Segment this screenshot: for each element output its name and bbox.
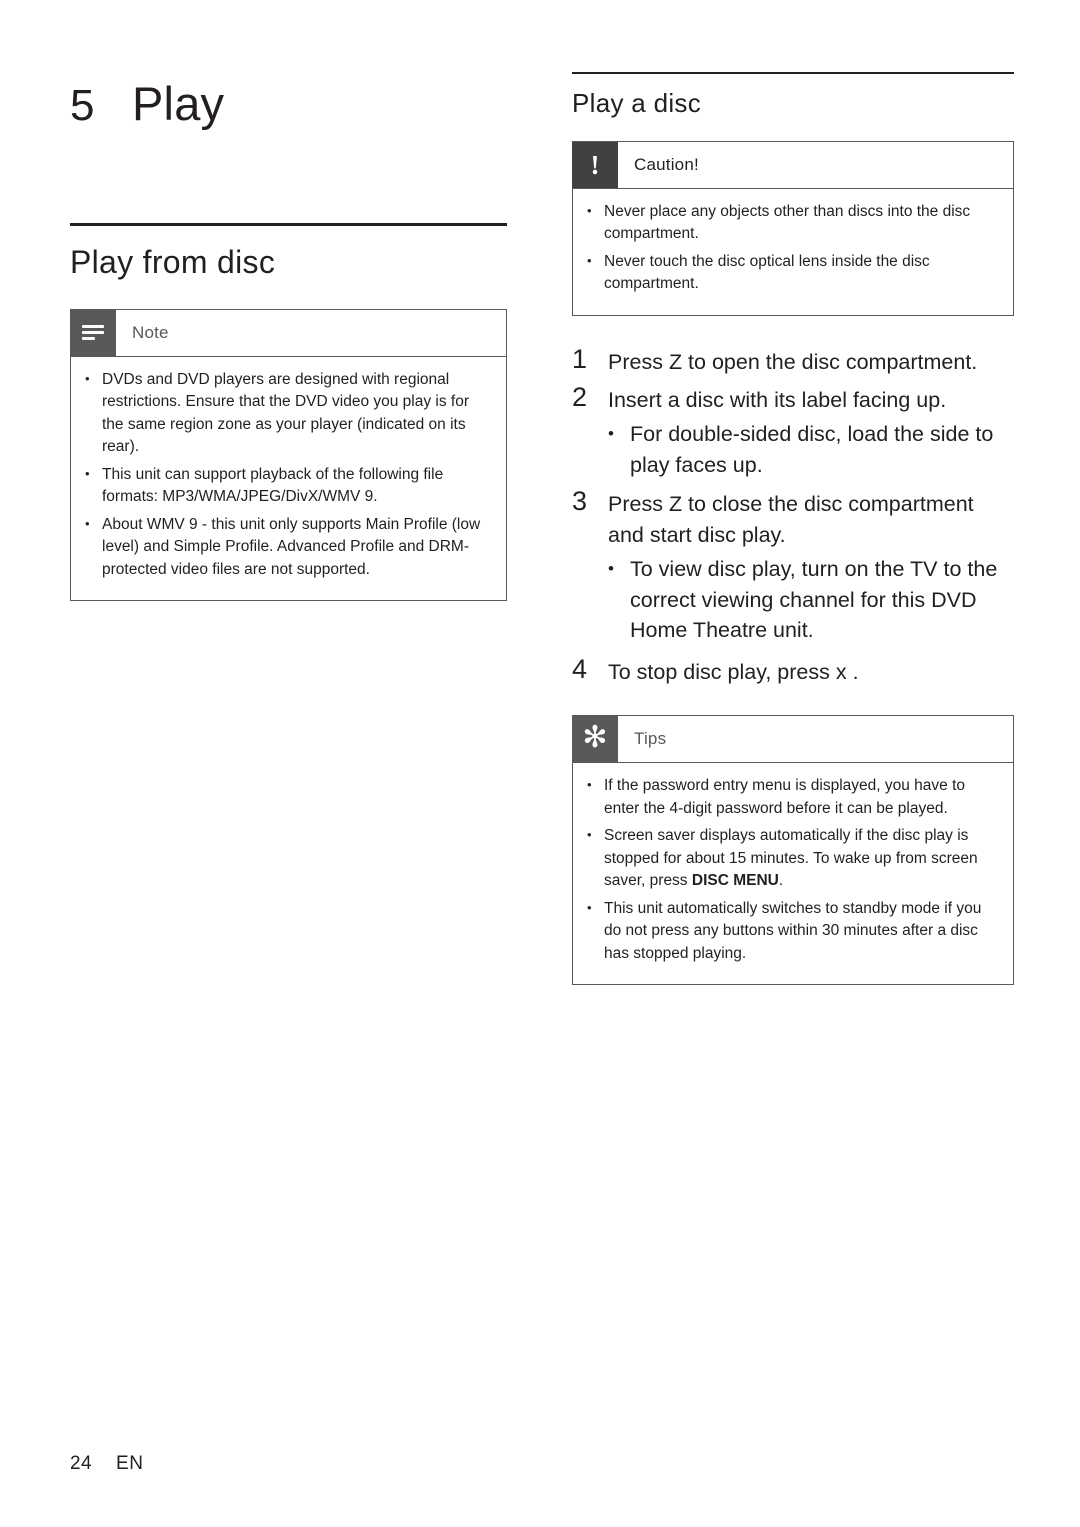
bullet-icon: • (587, 252, 592, 268)
bullet-icon: • (587, 827, 592, 843)
step-number: 2 (572, 381, 588, 412)
caution-callout-body: • Never place any objects other than dis… (573, 189, 1013, 315)
tips-item-text: Screen saver displays automatically if t… (604, 827, 978, 890)
note-callout-header: Note (70, 310, 506, 357)
footer-page-number: 24 (70, 1453, 92, 1474)
list-item: • This unit can support playback of the … (85, 464, 492, 509)
caution-callout-label: Caution! (634, 155, 699, 174)
sub-item-text: To view disc play, turn on the TV to the… (630, 557, 998, 643)
exclamation-icon: ! (572, 142, 618, 188)
note-lines-icon (70, 310, 116, 356)
tips-item-text: This unit automatically switches to stan… (604, 899, 982, 962)
section-title-play-from-disc: Play from disc (70, 244, 276, 280)
bullet-icon: • (608, 559, 614, 579)
step-3-sub-item: • To view disc play, turn on the TV to t… (608, 552, 1014, 646)
step-number: 4 (572, 653, 588, 684)
caution-item-text: Never touch the disc optical lens inside… (604, 252, 930, 293)
step-number: 3 (572, 486, 588, 517)
step-4: 4 To stop disc play, press x . (572, 652, 1014, 688)
bullet-icon: • (608, 424, 614, 444)
key-glyph-eject: Z (668, 349, 683, 374)
footer-language: EN (115, 1453, 144, 1474)
note-callout-label: Note (132, 323, 169, 342)
list-item: • If the password entry menu is displaye… (587, 775, 999, 820)
step-3: 3 Press Z to close the disc compartment … (572, 484, 1014, 550)
chapter-heading: 5 Play (70, 60, 507, 131)
tips-callout-body: • If the password entry menu is displaye… (573, 763, 1013, 984)
step-text: Insert a disc with its label facing up. (608, 387, 947, 412)
step-2-sub-item: • For double-sided disc, load the side t… (608, 417, 1014, 480)
step-text-after: . (846, 659, 859, 684)
section-rule-play-from-disc: Play from disc (70, 223, 507, 281)
chapter-number: 5 (70, 81, 95, 130)
list-item: • DVDs and DVD players are designed with… (85, 369, 492, 459)
caution-callout-header: ! Caution! (572, 142, 1013, 189)
play-a-disc-steps: 1 Press Z to open the disc compartment. … (572, 342, 1014, 687)
step-text-before: Press (608, 492, 669, 517)
step-number: 1 (572, 343, 588, 374)
bullet-icon: • (85, 371, 90, 386)
sub-item-text: For double-sided disc, load the side to … (630, 422, 994, 477)
bullet-icon: • (587, 899, 592, 915)
step-text: To stop disc play, press x . (608, 652, 1014, 688)
bullet-icon: • (85, 465, 90, 481)
chapter-title: Play (132, 77, 225, 130)
step-text: Press Z to close the disc compartment an… (608, 484, 1014, 550)
note-callout: Note • DVDs and DVD players are designed… (70, 309, 507, 602)
note-item-text: This unit can support playback of the fo… (102, 465, 444, 506)
star-icon: ✻ (572, 716, 618, 763)
tips-item-text-with-bold: Screen saver displays automatically if t… (604, 825, 999, 892)
list-item: • Never touch the disc optical lens insi… (587, 251, 999, 296)
tips-callout: ✻ Tips • If the password entry menu is d… (572, 715, 1014, 986)
section-title-play-a-disc: Play a disc (572, 88, 702, 118)
step-text-before: Press (608, 349, 669, 374)
bullet-icon: • (587, 777, 592, 793)
step-text-before: To stop disc play, press (608, 659, 836, 684)
step-1: 1 Press Z to open the disc compartment. (572, 342, 1014, 378)
step-text-after: to open the disc compartment. (682, 349, 978, 374)
list-item: • This unit automatically switches to st… (587, 898, 999, 965)
section-rule-play-a-disc: Play a disc (572, 72, 1014, 119)
disc-menu-button-name: DISC MENU (691, 872, 779, 890)
page-footer: 24 EN (70, 1453, 144, 1475)
step-text: Press Z to open the disc compartment. (608, 342, 1014, 378)
caution-callout: ! Caution! • Never place any objects oth… (572, 141, 1014, 316)
note-callout-body: • DVDs and DVD players are designed with… (71, 357, 506, 600)
note-item-text: DVDs and DVD players are designed with r… (102, 371, 469, 456)
list-item: • Never place any objects other than dis… (587, 201, 999, 246)
bullet-icon: • (85, 515, 90, 531)
step-2: 2 Insert a disc with its label facing up… (572, 380, 1014, 416)
tips-item-text: If the password entry menu is displayed,… (604, 777, 966, 817)
list-item: • Screen saver displays automatically if… (587, 825, 999, 892)
right-column: Play a disc ! Caution! • Never place any… (572, 72, 1014, 986)
note-item-text: About WMV 9 - this unit only supports Ma… (102, 515, 481, 578)
left-column: 5 Play Play from disc Note • DVDs and DV… (70, 60, 507, 602)
list-item: • About WMV 9 - this unit only supports … (85, 514, 492, 581)
manual-page: 5 Play Play from disc Note • DVDs and DV… (0, 0, 1080, 1527)
caution-item-text: Never place any objects other than discs… (604, 203, 971, 243)
key-glyph-stop: x (835, 659, 847, 684)
key-glyph-eject: Z (668, 492, 683, 517)
tips-callout-header: ✻ Tips (572, 716, 1013, 764)
tips-callout-label: Tips (634, 729, 667, 749)
bullet-icon: • (587, 203, 592, 218)
